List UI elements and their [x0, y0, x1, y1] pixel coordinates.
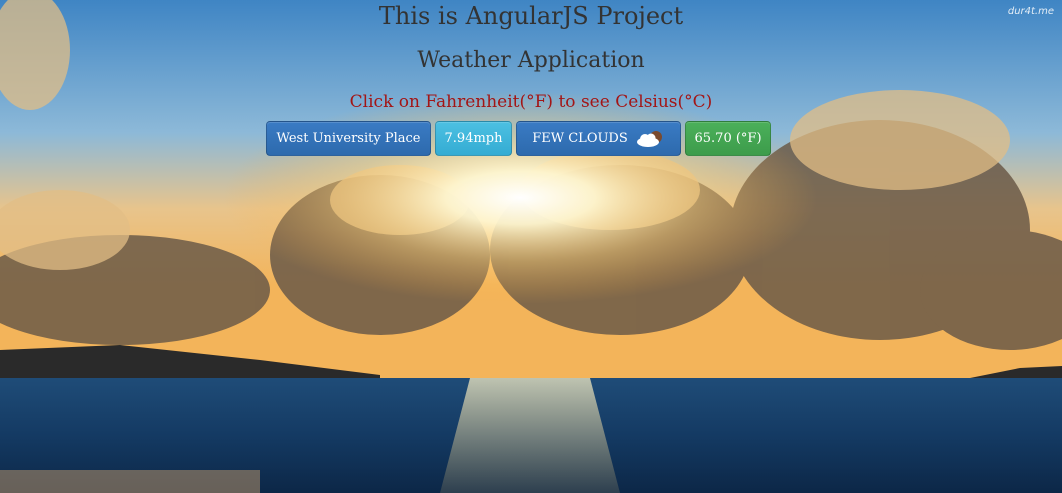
condition-button[interactable]: FEW CLOUDS	[516, 121, 681, 156]
partly-cloudy-icon	[635, 130, 665, 148]
temperature-toggle-button[interactable]: 65.70 (°F)	[685, 121, 771, 156]
page-subtitle: Weather Application	[417, 48, 645, 73]
weather-button-row: West University Place 7.94mph FEW CLOUDS…	[266, 121, 771, 156]
wind-speed-label: 7.94mph	[444, 131, 503, 146]
page-title: This is AngularJS Project	[378, 2, 684, 30]
background-seascape-image	[0, 0, 1062, 493]
wind-speed-button[interactable]: 7.94mph	[435, 121, 512, 156]
unit-toggle-hint: Click on Fahrenheit(°F) to see Celsius(°…	[349, 92, 713, 112]
city-button[interactable]: West University Place	[266, 121, 431, 156]
temperature-label: 65.70 (°F)	[694, 131, 762, 146]
city-label: West University Place	[276, 131, 421, 146]
watermark-text: dur4t.me	[1007, 6, 1054, 17]
condition-label: FEW CLOUDS	[532, 131, 628, 146]
